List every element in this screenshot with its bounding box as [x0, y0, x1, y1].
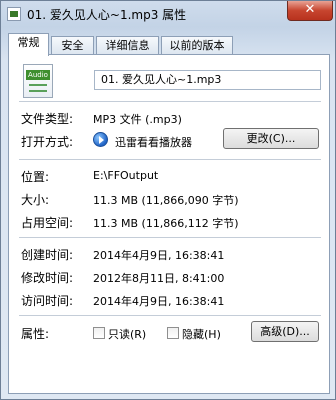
- hidden-checkbox[interactable]: [167, 327, 179, 339]
- change-button[interactable]: 更改(C)...: [223, 128, 319, 149]
- opens-with-label: 打开方式:: [21, 135, 74, 149]
- created-label: 创建时间:: [21, 248, 74, 262]
- readonly-checkbox[interactable]: [93, 327, 105, 339]
- tab-security[interactable]: 安全: [51, 36, 94, 54]
- readonly-label[interactable]: 只读(R): [108, 326, 146, 342]
- properties-window: 01. 爱久见人心~1.mp3 属性 ✕ 常规 安全 详细信息 以前的版本 Au…: [0, 0, 336, 400]
- filename-field[interactable]: 01. 爱久见人心~1.mp3: [94, 70, 321, 90]
- tab-previous-versions[interactable]: 以前的版本: [161, 36, 233, 54]
- size-label: 大小:: [21, 193, 50, 207]
- title-bar[interactable]: 01. 爱久见人心~1.mp3 属性 ✕: [1, 1, 335, 27]
- size-on-disk-label: 占用空间:: [21, 216, 74, 230]
- divider: [19, 315, 321, 316]
- file-type-value: MP3 文件 (.mp3): [93, 113, 182, 126]
- divider: [19, 159, 321, 160]
- modified-label: 修改时间:: [21, 271, 74, 285]
- hidden-label[interactable]: 隐藏(H): [182, 326, 221, 342]
- audio-badge: Audio: [26, 70, 50, 80]
- location-label: 位置:: [21, 170, 50, 184]
- size-on-disk-value: 11.3 MB (11,866,112 字节): [93, 217, 239, 230]
- close-button[interactable]: ✕: [287, 1, 333, 21]
- created-value: 2014年4月9日, 16:38:41: [93, 249, 225, 262]
- opens-with-app: 迅雷看看播放器: [115, 136, 192, 149]
- xunlei-player-icon: [93, 132, 108, 147]
- file-icon: [7, 7, 21, 21]
- modified-value: 2012年8月11日, 8:41:00: [93, 272, 225, 285]
- location-value: E:\FFOutput: [93, 169, 159, 182]
- file-type-label: 文件类型:: [21, 112, 74, 126]
- audio-file-icon: Audio: [23, 64, 53, 98]
- advanced-button[interactable]: 高级(D)...: [251, 321, 319, 342]
- window-title: 01. 爱久见人心~1.mp3 属性: [27, 8, 187, 22]
- tab-general[interactable]: 常规: [8, 33, 49, 56]
- general-panel: Audio 01. 爱久见人心~1.mp3 文件类型: MP3 文件 (.mp3…: [8, 54, 330, 394]
- size-value: 11.3 MB (11,866,090 字节): [93, 194, 239, 207]
- attributes-label: 属性:: [21, 327, 50, 341]
- tab-details[interactable]: 详细信息: [96, 36, 159, 54]
- divider: [19, 101, 321, 102]
- accessed-label: 访问时间:: [21, 294, 74, 308]
- accessed-value: 2014年4月9日, 16:38:41: [93, 295, 225, 308]
- waveform-icon: [29, 84, 47, 92]
- divider: [19, 237, 321, 238]
